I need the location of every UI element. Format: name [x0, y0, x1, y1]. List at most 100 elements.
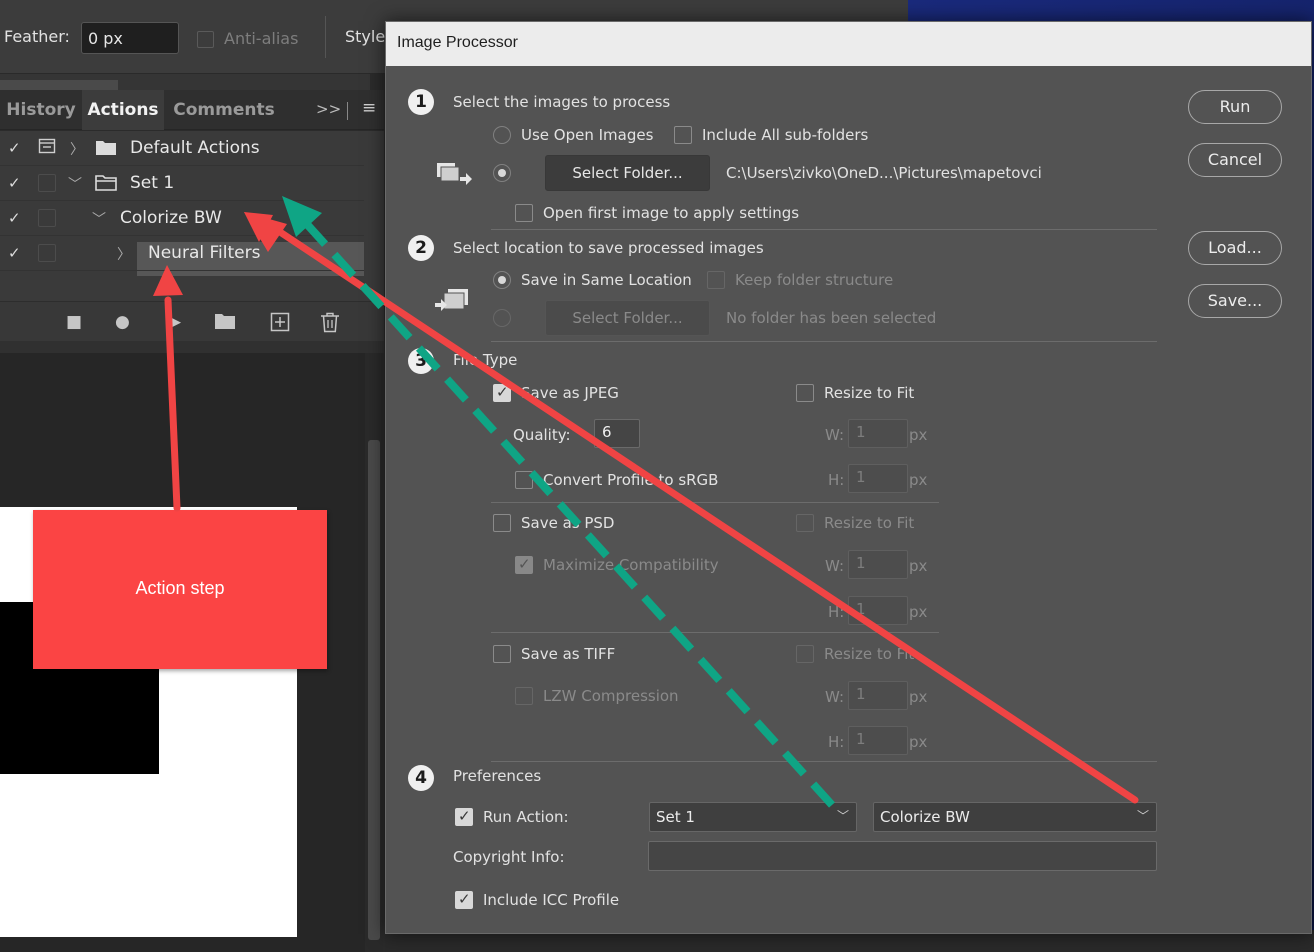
- action-row-colorize-bw[interactable]: ✓ ﹀ Colorize BW: [0, 201, 364, 236]
- section-divider: [491, 761, 1157, 762]
- run-button[interactable]: Run: [1188, 90, 1282, 124]
- panel-resize-strip[interactable]: [0, 341, 384, 353]
- maximize-compat-label: Maximize Compatibility: [543, 556, 719, 574]
- chevron-down-icon[interactable]: ﹀: [68, 174, 82, 194]
- dialog-toggle-box[interactable]: [38, 244, 56, 262]
- psd-height-label: H:: [828, 603, 845, 621]
- chevron-right-icon[interactable]: 〉: [117, 244, 131, 264]
- new-set-folder-icon[interactable]: [214, 312, 236, 335]
- section-divider: [491, 229, 1157, 230]
- dialog-toggle-box[interactable]: [38, 209, 56, 227]
- psd-width-input[interactable]: 1: [848, 550, 908, 579]
- action-select[interactable]: Colorize BW ﹀: [873, 802, 1157, 832]
- jpeg-height-unit: px: [909, 471, 928, 489]
- section-number-2: 2: [408, 235, 434, 261]
- save-tiff-label: Save as TIFF: [521, 645, 616, 663]
- action-row-set-1[interactable]: ✓ ﹀ Set 1: [0, 166, 364, 201]
- tiff-resize-checkbox[interactable]: [796, 645, 814, 663]
- convert-profile-checkbox[interactable]: [515, 471, 533, 489]
- section-4-title: Preferences: [453, 767, 542, 785]
- new-action-icon[interactable]: [270, 312, 290, 337]
- toggle-check-icon[interactable]: ✓: [8, 174, 21, 192]
- section-number-1: 1: [408, 89, 434, 115]
- dialog-titlebar[interactable]: Image Processor: [386, 22, 1311, 66]
- save-same-location-radio[interactable]: [493, 271, 511, 289]
- psd-height-input[interactable]: 1: [848, 596, 908, 625]
- lzw-checkbox[interactable]: [515, 687, 533, 705]
- open-first-image-checkbox[interactable]: [515, 204, 533, 222]
- psd-resize-checkbox[interactable]: [796, 514, 814, 532]
- save-psd-checkbox[interactable]: [493, 514, 511, 532]
- run-action-label: Run Action:: [483, 808, 569, 826]
- play-icon[interactable]: ▶: [168, 312, 181, 332]
- expand-panel-icon[interactable]: >>: [316, 100, 341, 118]
- jpeg-height-input[interactable]: 1: [848, 464, 908, 493]
- section-number-4: 4: [408, 765, 434, 791]
- load-button[interactable]: Load...: [1188, 231, 1282, 265]
- toggle-check-icon[interactable]: ✓: [8, 139, 21, 157]
- psd-width-unit: px: [909, 557, 928, 575]
- feather-input[interactable]: 0 px: [81, 22, 179, 54]
- save-button[interactable]: Save...: [1188, 284, 1282, 318]
- chevron-down-icon[interactable]: ﹀: [92, 209, 106, 229]
- run-action-checkbox[interactable]: [455, 807, 473, 826]
- tiff-height-input[interactable]: 1: [848, 726, 908, 755]
- dialog-toggle-box[interactable]: [38, 174, 56, 192]
- cancel-button[interactable]: Cancel: [1188, 143, 1282, 177]
- section-1-title: Select the images to process: [453, 93, 671, 111]
- select-folder-radio[interactable]: [493, 164, 511, 182]
- action-value: Colorize BW: [880, 808, 970, 826]
- panel-menu-icon[interactable]: ≡: [362, 98, 376, 118]
- tiff-resize-label: Resize to Fit: [824, 645, 915, 663]
- toggle-check-icon[interactable]: ✓: [8, 244, 21, 262]
- record-icon[interactable]: ●: [115, 312, 130, 332]
- action-set-select[interactable]: Set 1 ﹀: [649, 802, 857, 832]
- include-icc-checkbox[interactable]: [455, 890, 473, 909]
- chevron-right-icon[interactable]: 〉: [70, 139, 84, 159]
- tab-actions[interactable]: Actions: [82, 90, 164, 130]
- psd-resize-label: Resize to Fit: [824, 514, 915, 532]
- quality-input[interactable]: 6: [594, 419, 640, 448]
- chevron-down-icon: ﹀: [836, 809, 849, 823]
- chevron-down-icon: ﹀: [1136, 809, 1149, 823]
- anti-alias-label: Anti-alias: [224, 29, 299, 48]
- tab-comments[interactable]: Comments: [164, 90, 284, 130]
- trash-icon[interactable]: [320, 312, 340, 338]
- options-separator: [325, 16, 326, 58]
- panel-tab-separator: [347, 102, 348, 120]
- section-2-title: Select location to save processed images: [453, 239, 764, 257]
- stop-icon[interactable]: ■: [66, 312, 82, 332]
- filetype-divider: [491, 632, 939, 633]
- keep-folder-structure-label: Keep folder structure: [735, 271, 894, 289]
- save-jpeg-checkbox[interactable]: [493, 383, 511, 402]
- use-open-images-radio[interactable]: [493, 126, 511, 144]
- jpeg-height-label: H:: [828, 471, 845, 489]
- jpeg-resize-checkbox[interactable]: [796, 384, 814, 402]
- folder-icon: [95, 139, 117, 156]
- action-row-label: Set 1: [130, 173, 175, 193]
- psd-width-label: W:: [825, 557, 845, 575]
- anti-alias-checkbox[interactable]: [197, 31, 214, 48]
- include-subfolders-checkbox[interactable]: [674, 126, 692, 144]
- maximize-compat-checkbox[interactable]: [515, 555, 533, 574]
- select-folder-button[interactable]: Select Folder...: [545, 155, 710, 191]
- quality-label: Quality:: [513, 426, 571, 444]
- tab-history[interactable]: History: [0, 90, 82, 130]
- copyright-input[interactable]: [648, 841, 1157, 871]
- open-folder-icon: [95, 174, 117, 191]
- action-row-neural-filters[interactable]: ✓ 〉 Neural Filters: [0, 236, 364, 271]
- action-row-default-actions[interactable]: ✓ 〉 Default Actions: [0, 131, 364, 166]
- dialog-toggle-icon[interactable]: [38, 137, 56, 159]
- tiff-width-input[interactable]: 1: [848, 681, 908, 710]
- toggle-check-icon[interactable]: ✓: [8, 209, 21, 227]
- save-select-folder-button[interactable]: Select Folder...: [545, 300, 710, 336]
- save-tiff-checkbox[interactable]: [493, 645, 511, 663]
- keep-folder-structure-checkbox[interactable]: [707, 271, 725, 289]
- action-set-value: Set 1: [656, 808, 695, 826]
- panel-strip-bar: [0, 80, 118, 90]
- actions-toolbar: ■ ● ▶: [0, 301, 384, 341]
- scrollbar-thumb[interactable]: [368, 440, 380, 940]
- tiff-height-unit: px: [909, 733, 928, 751]
- save-select-folder-radio[interactable]: [493, 309, 511, 327]
- jpeg-width-input[interactable]: 1: [848, 419, 908, 448]
